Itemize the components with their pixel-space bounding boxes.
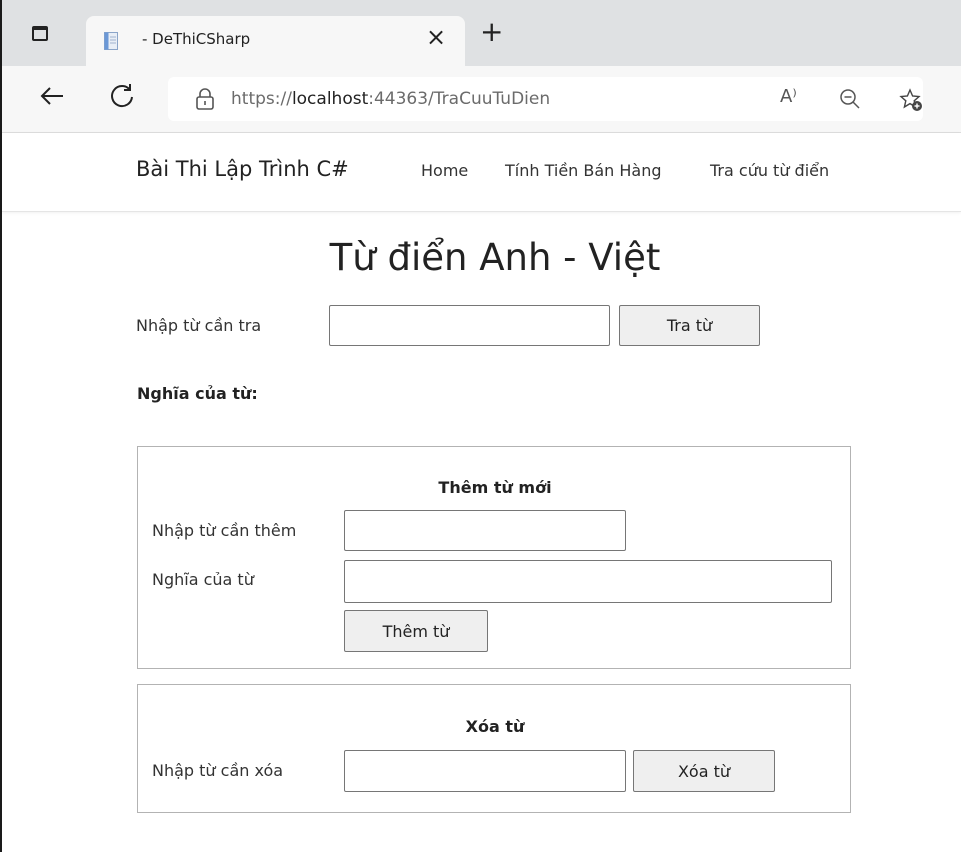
add-favorite-icon[interactable]	[898, 87, 924, 113]
nav-link-tu-dien[interactable]: Tra cứu từ điển	[710, 161, 829, 180]
nav-link-home[interactable]: Home	[421, 161, 468, 180]
add-meaning-input[interactable]	[344, 560, 832, 603]
read-aloud-icon[interactable]: A⁾	[780, 86, 797, 107]
add-word-label: Nhập từ cần thêm	[152, 521, 297, 540]
lock-icon[interactable]	[194, 87, 216, 111]
zoom-out-icon[interactable]	[838, 87, 862, 111]
address-bar[interactable]: https://localhost:44363/TraCuuTuDien A⁾	[168, 77, 923, 121]
delete-panel-title: Xóa từ	[465, 717, 525, 736]
tab-close-icon[interactable]: ×	[426, 25, 446, 49]
tab-strip: - DeThiCSharp × +	[2, 0, 961, 66]
browser-tab[interactable]: - DeThiCSharp ×	[86, 16, 465, 66]
window-icon[interactable]	[24, 17, 56, 49]
delete-word-label: Nhập từ cần xóa	[152, 761, 284, 780]
add-panel-title: Thêm từ mới	[438, 478, 552, 497]
site-brand[interactable]: Bài Thi Lập Trình C#	[136, 157, 349, 181]
add-word-button[interactable]: Thêm từ	[344, 610, 488, 652]
delete-word-input[interactable]	[344, 750, 626, 792]
meaning-label: Nghĩa của từ:	[137, 384, 258, 403]
tab-title: - DeThiCSharp	[142, 30, 251, 48]
url-text: https://localhost:44363/TraCuuTuDien	[231, 89, 551, 109]
search-button[interactable]: Tra từ	[619, 305, 760, 346]
new-tab-icon[interactable]: +	[480, 18, 503, 46]
delete-word-panel: Xóa từ	[137, 684, 851, 813]
browser-toolbar: https://localhost:44363/TraCuuTuDien A⁾	[2, 66, 961, 133]
delete-word-button[interactable]: Xóa từ	[633, 750, 775, 792]
search-label: Nhập từ cần tra	[136, 316, 262, 335]
add-word-input[interactable]	[344, 510, 626, 551]
site-navbar: Bài Thi Lập Trình C# Home Tính Tiền Bán …	[2, 133, 961, 212]
add-meaning-label: Nghĩa của từ	[152, 570, 254, 589]
back-arrow-icon[interactable]	[36, 80, 68, 112]
search-input[interactable]	[329, 305, 610, 346]
nav-link-ban-hang[interactable]: Tính Tiền Bán Hàng	[505, 161, 662, 180]
page-title: Từ điển Anh - Việt	[329, 236, 661, 279]
add-word-panel: Thêm từ mới	[137, 446, 851, 669]
page-favicon-icon	[104, 32, 118, 50]
reload-icon[interactable]	[106, 80, 138, 112]
